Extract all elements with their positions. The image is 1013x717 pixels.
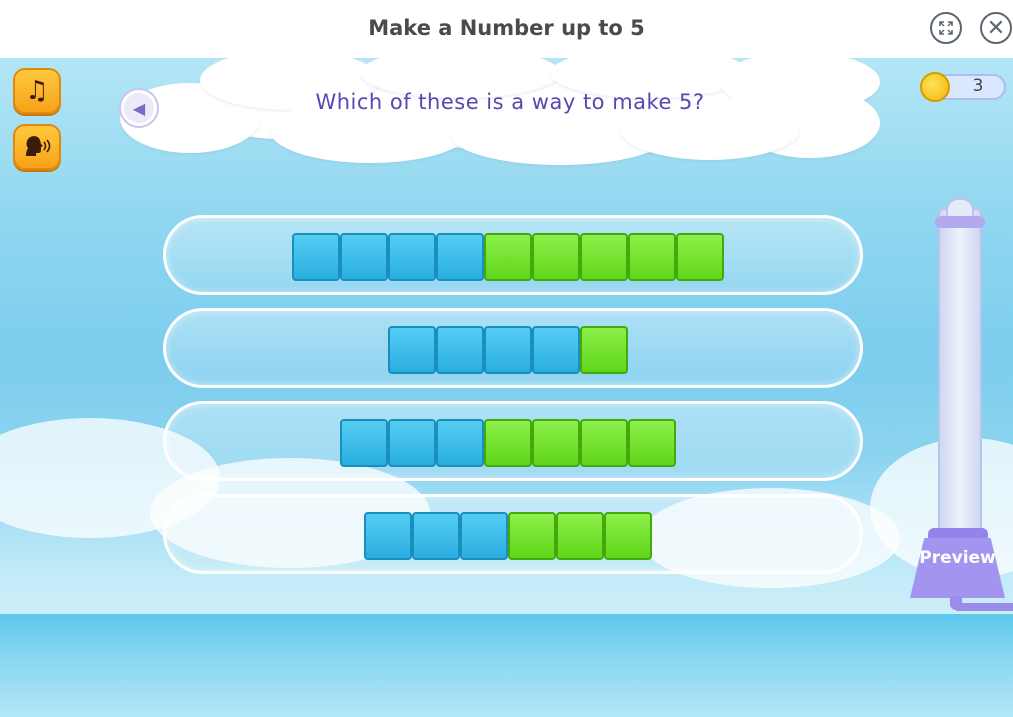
blue-block	[388, 419, 436, 467]
green-block	[532, 233, 580, 281]
voice-button[interactable]	[13, 124, 61, 170]
block-group	[292, 233, 724, 281]
preview-button[interactable]	[910, 538, 1005, 598]
preview-label[interactable]: Preview	[910, 548, 1005, 568]
blue-block	[340, 419, 388, 467]
page-title: Make a Number up to 5	[368, 16, 645, 40]
green-block	[484, 419, 532, 467]
blue-block	[532, 326, 580, 374]
blue-block	[340, 233, 388, 281]
blue-block	[436, 326, 484, 374]
green-block	[484, 233, 532, 281]
blue-block	[436, 419, 484, 467]
blue-block	[388, 233, 436, 281]
coin-count: 3	[972, 76, 984, 96]
music-button[interactable]: ♫	[13, 68, 61, 114]
speaker-replay-icon: ◀	[132, 98, 146, 118]
coin-icon	[920, 72, 950, 102]
green-block	[604, 512, 652, 560]
block-group	[364, 512, 652, 560]
answer-option-3[interactable]	[163, 401, 863, 481]
answer-option-2[interactable]	[163, 308, 863, 388]
blue-block	[484, 326, 532, 374]
blue-block	[460, 512, 508, 560]
close-button[interactable]: ✕	[980, 12, 1012, 44]
sea	[0, 614, 1013, 717]
green-block	[580, 233, 628, 281]
close-icon: ✕	[986, 15, 1006, 41]
top-bar: Make a Number up to 5 ✕	[0, 0, 1013, 58]
music-note-icon: ♫	[25, 76, 49, 106]
fullscreen-button[interactable]	[930, 12, 962, 44]
question-text: Which of these is a way to make 5?	[315, 90, 705, 114]
green-block	[628, 419, 676, 467]
preview-tube	[938, 208, 982, 538]
answer-option-4[interactable]	[163, 494, 863, 574]
answer-option-1[interactable]	[163, 215, 863, 295]
game-area: ♫ ◀ Which of these is a way to make 5? 3…	[0, 58, 1013, 717]
expand-icon	[939, 21, 953, 35]
green-block	[532, 419, 580, 467]
blue-block	[388, 326, 436, 374]
question-audio-button[interactable]: ◀	[121, 90, 157, 126]
blue-block	[412, 512, 460, 560]
pipe	[956, 603, 1013, 611]
green-block	[628, 233, 676, 281]
green-block	[580, 419, 628, 467]
tube-cap	[935, 216, 985, 228]
green-block	[508, 512, 556, 560]
blue-block	[364, 512, 412, 560]
speaking-head-icon	[26, 136, 51, 156]
blue-block	[436, 233, 484, 281]
block-group	[340, 419, 676, 467]
block-group	[388, 326, 628, 374]
green-block	[676, 233, 724, 281]
blue-block	[292, 233, 340, 281]
green-block	[580, 326, 628, 374]
green-block	[556, 512, 604, 560]
